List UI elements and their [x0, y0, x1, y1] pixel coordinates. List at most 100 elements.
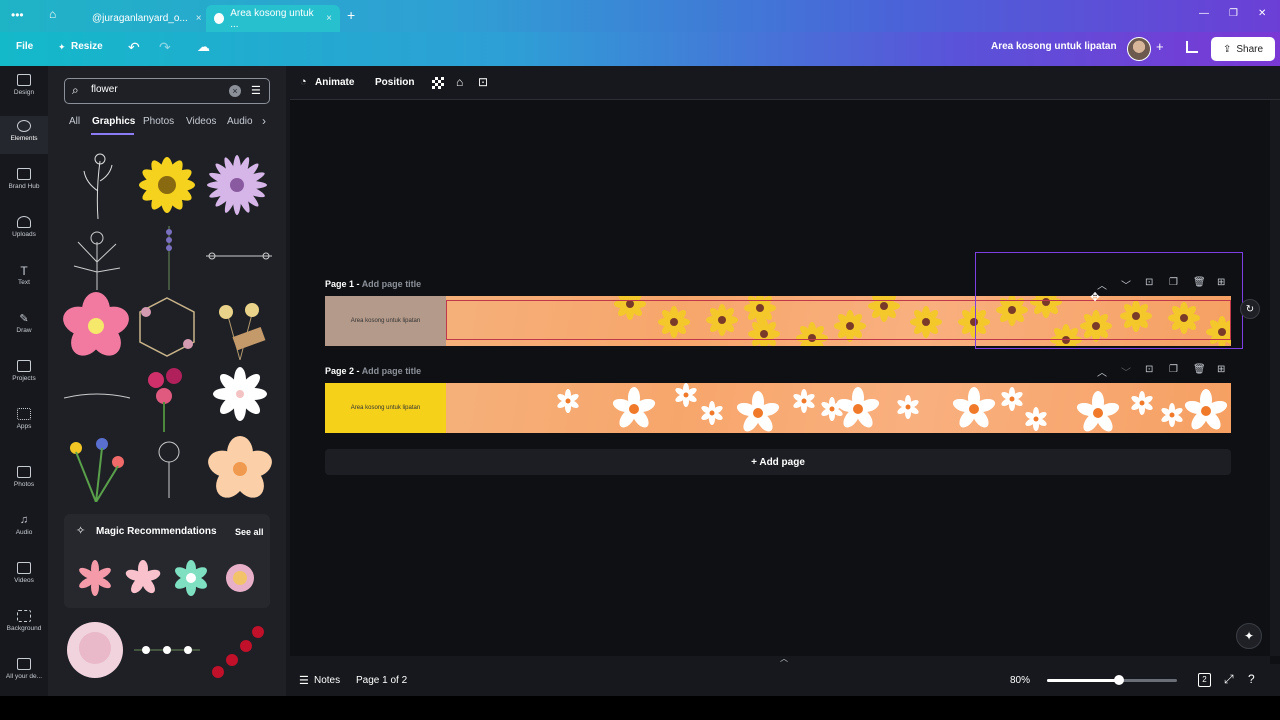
close-window-button[interactable]: ✕ [1258, 8, 1266, 19]
rail-audio[interactable]: ♫ Audio [0, 514, 48, 536]
fullscreen-icon[interactable]: ⤢ [1224, 672, 1234, 687]
rail-draw[interactable]: ✎ Draw [0, 312, 48, 334]
daisy-thumb[interactable] [204, 152, 270, 218]
avatar[interactable] [1127, 37, 1151, 61]
maximize-button[interactable]: ❐ [1229, 8, 1238, 19]
paint-roller-icon[interactable]: ⌂ [456, 75, 463, 89]
tab-audio[interactable]: Audio [227, 116, 253, 127]
animate-button[interactable]: Animate [315, 77, 354, 88]
tabs-next-icon[interactable]: › [262, 114, 266, 128]
move-down-icon[interactable]: ﹀ [1121, 364, 1131, 379]
white-flower-thumb[interactable] [212, 366, 268, 422]
red-blossoms-thumb[interactable] [206, 620, 272, 680]
page-count-badge[interactable]: 2 [1198, 673, 1211, 687]
pink-flower-thumb[interactable] [62, 292, 130, 360]
rail-background[interactable]: Background [0, 610, 48, 632]
zoom-slider-knob[interactable] [1113, 675, 1124, 685]
rail-design[interactable]: Design [0, 74, 48, 96]
browser-tab-1[interactable]: @juraganlanyard_o... × [78, 5, 204, 32]
add-page-title[interactable]: Add page title [362, 366, 422, 376]
flower-garland-thumb[interactable] [134, 640, 200, 660]
wildflowers-thumb[interactable] [62, 436, 130, 502]
redo-icon[interactable]: ↷ [159, 39, 171, 56]
rotate-icon[interactable]: ↻ [1240, 299, 1260, 319]
browser-tab-2[interactable]: Area kosong untuk ... × [206, 5, 340, 32]
rail-apps[interactable]: Apps [0, 408, 48, 430]
dried-flowers-thumb[interactable] [208, 292, 272, 360]
duplicate-page-icon[interactable]: ❐ [1169, 364, 1178, 375]
rail-photos[interactable]: Photos [0, 466, 48, 488]
page-2[interactable]: Area kosong untuk lipatan [325, 383, 1231, 433]
tab-photos[interactable]: Photos [143, 116, 174, 127]
wreath-thumb[interactable] [134, 294, 200, 360]
tab-close-icon[interactable]: × [196, 13, 202, 24]
add-page-title[interactable]: Add page title [362, 279, 422, 289]
lock-icon[interactable]: ⊡ [478, 75, 488, 89]
tab-graphics[interactable]: Graphics [92, 116, 135, 127]
share-button[interactable]: ⇪ Share [1211, 37, 1275, 61]
resize-button[interactable]: Resize [71, 41, 103, 52]
tab-all[interactable]: All [69, 116, 80, 127]
floral-line-thumb[interactable] [206, 248, 272, 264]
flower-pattern-white[interactable] [446, 383, 1231, 433]
fold-area[interactable]: Area kosong untuk lipatan [325, 383, 446, 433]
rail-all-designs[interactable]: All your de... [0, 658, 48, 680]
page-lock-icon[interactable]: ⊡ [1145, 364, 1153, 375]
vine-line-thumb[interactable] [64, 388, 130, 408]
help-icon[interactable]: ? [1248, 672, 1255, 686]
file-menu[interactable]: File [16, 41, 33, 52]
vertical-scrollbar[interactable] [1270, 100, 1280, 656]
position-button[interactable]: Position [375, 77, 414, 88]
delete-page-icon[interactable]: 🗑 [1193, 364, 1206, 375]
rec-dotted-flower[interactable] [220, 558, 260, 598]
line-art-bouquet-thumb[interactable] [64, 222, 130, 290]
page-indicator[interactable]: Page 1 of 2 [356, 675, 407, 686]
undo-icon[interactable]: ↶ [128, 39, 140, 56]
rail-projects[interactable]: Projects [0, 360, 48, 382]
rail-brand-hub[interactable]: Brand Hub [0, 168, 48, 190]
tab-close-icon[interactable]: × [326, 13, 332, 24]
document-title[interactable]: Area kosong untuk lipatan [991, 41, 1117, 52]
line-art-flower-thumb[interactable] [78, 151, 118, 219]
search-box[interactable]: ⌕ × ☰ [64, 78, 270, 104]
filter-icon[interactable]: ☰ [251, 84, 261, 97]
rec-mint-flower[interactable] [172, 560, 210, 596]
dots-menu-icon[interactable]: ••• [11, 8, 24, 22]
home-icon[interactable]: ⌂ [49, 7, 56, 21]
fold-area-text[interactable]: Area kosong untuk lipatan [351, 318, 420, 324]
line-art-rose-thumb[interactable] [144, 436, 194, 498]
add-page-icon[interactable]: ⊞ [1217, 364, 1225, 375]
selection-box[interactable] [975, 252, 1243, 349]
lavender-thumb[interactable] [154, 222, 184, 290]
fold-area-text[interactable]: Area kosong untuk lipatan [351, 405, 420, 411]
notes-button[interactable]: Notes [314, 675, 340, 686]
add-page-button[interactable]: + Add page [325, 449, 1231, 475]
rail-elements[interactable]: Elements [0, 116, 48, 154]
rec-pink-flower[interactable] [76, 560, 114, 596]
magic-assistant-button[interactable]: ✦ [1236, 623, 1262, 649]
see-all-link[interactable]: See all [235, 527, 264, 537]
horizontal-scrollbar[interactable]: ︿ [290, 653, 1270, 664]
rail-text[interactable]: T Text [0, 264, 48, 286]
rose-bouquet-thumb[interactable] [134, 366, 200, 432]
tab-videos[interactable]: Videos [186, 116, 216, 127]
minimize-button[interactable]: — [1199, 8, 1209, 19]
peony-thumb[interactable] [62, 618, 128, 682]
clear-search-icon[interactable]: × [229, 85, 241, 97]
chart-icon[interactable] [1186, 41, 1198, 53]
rec-light-pink-flower[interactable] [124, 560, 162, 596]
zoom-value[interactable]: 80% [1010, 675, 1030, 686]
rail-uploads[interactable]: Uploads [0, 216, 48, 238]
chevron-up-icon[interactable]: ︿ [780, 653, 788, 664]
rail-videos[interactable]: Videos [0, 562, 48, 584]
move-up-icon[interactable]: ︿ [1097, 364, 1107, 379]
sunflower-thumb[interactable] [134, 152, 200, 218]
transparency-icon[interactable] [432, 77, 444, 89]
new-tab-button[interactable]: + [347, 7, 355, 23]
add-collaborator-button[interactable]: + [1156, 39, 1164, 54]
zoom-slider[interactable] [1047, 675, 1177, 685]
rail-label: Background [6, 625, 42, 632]
peach-flower-thumb[interactable] [208, 436, 272, 502]
fold-area[interactable]: Area kosong untuk lipatan [325, 296, 446, 346]
search-input[interactable] [91, 84, 221, 95]
